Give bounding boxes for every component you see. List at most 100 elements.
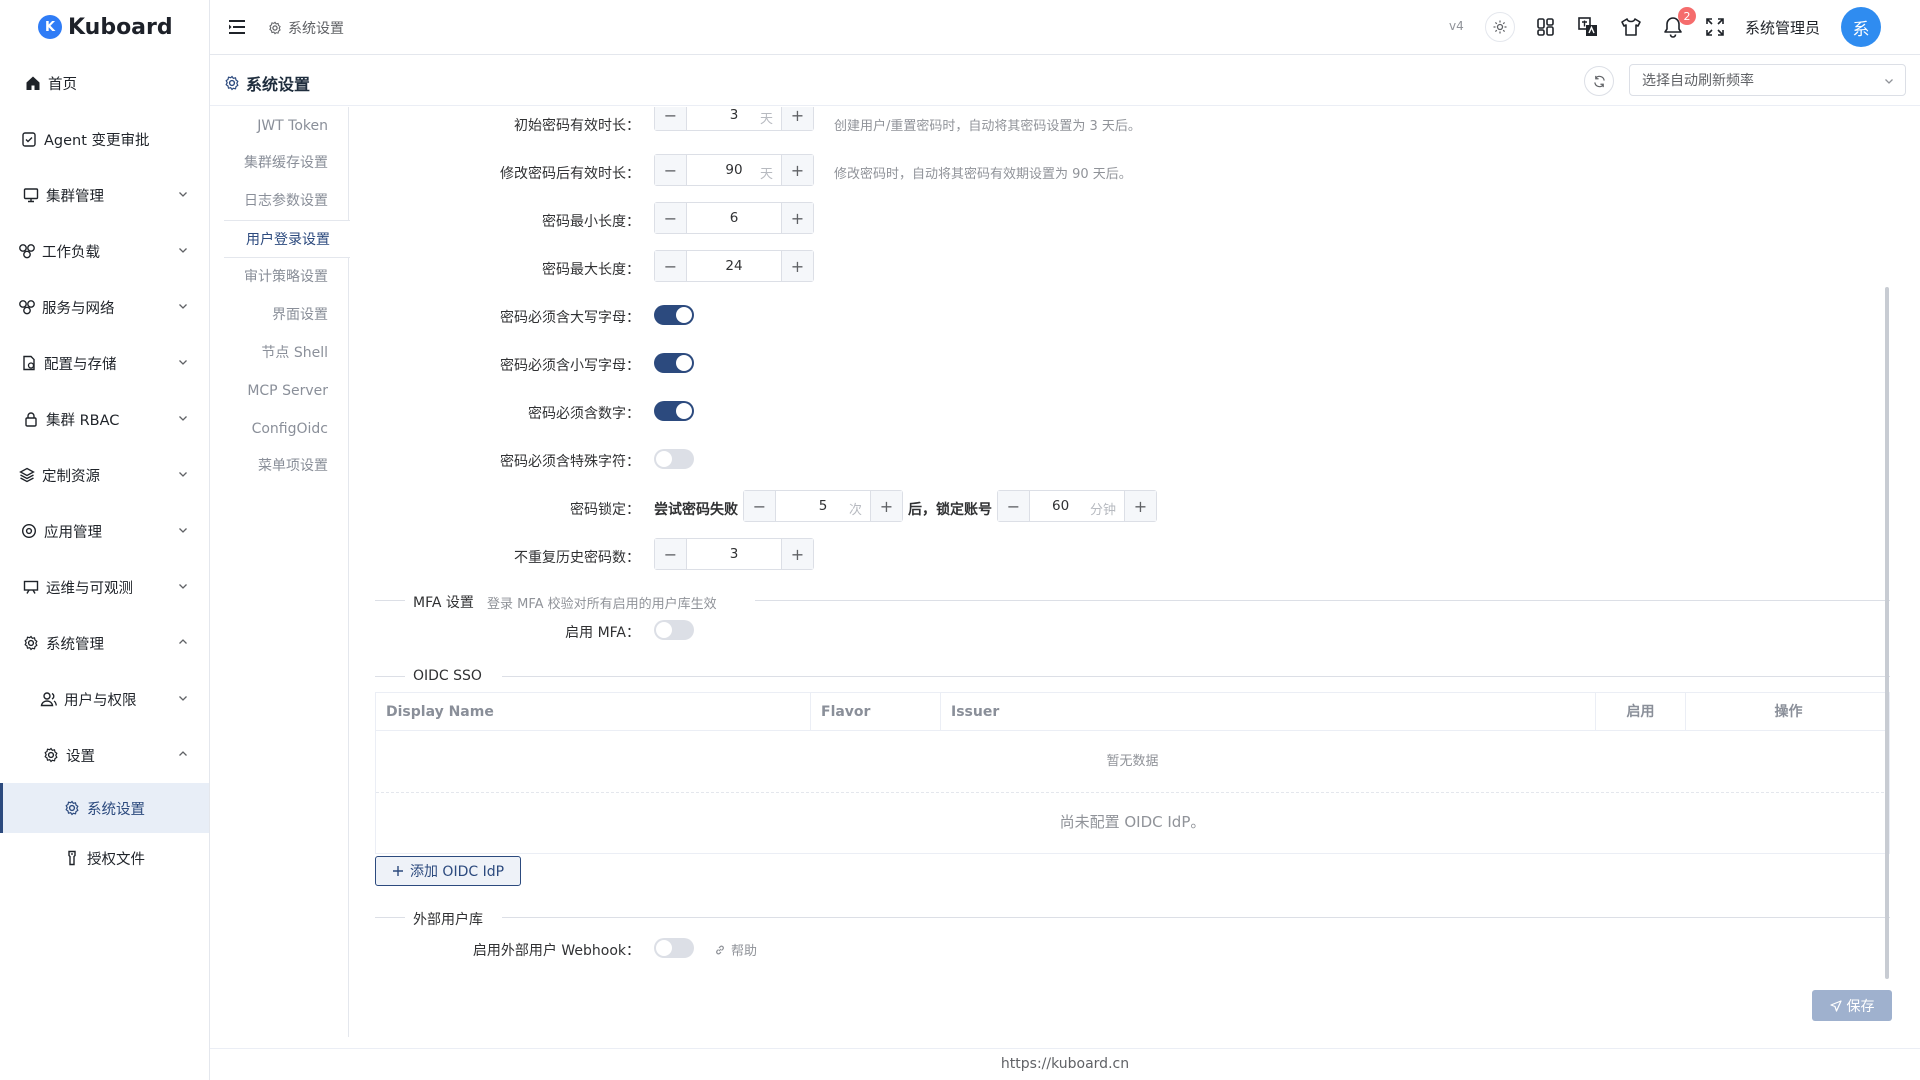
translate-icon[interactable] (1577, 16, 1599, 38)
lock-attempts-stepper[interactable]: − 5 次 + (743, 490, 903, 522)
lock-minutes-stepper[interactable]: − 60 分钟 + (997, 490, 1157, 522)
decrement-button[interactable]: − (655, 107, 687, 130)
tshirt-icon[interactable] (1620, 16, 1642, 38)
tab-jwt-token[interactable]: JWT Token (257, 107, 328, 145)
sidebar-item-app[interactable]: 应用管理 (0, 511, 209, 551)
add-oidc-idp-button[interactable]: 添加 OIDC IdP (375, 856, 521, 886)
sidebar-item-label: 工作负载 (42, 244, 100, 261)
require-upper-switch[interactable] (654, 305, 694, 325)
sidebar-item-config-storage[interactable]: 配置与存储 (0, 343, 209, 383)
sidebar-item-workload[interactable]: 工作负载 (0, 231, 209, 271)
divider (375, 917, 405, 918)
link-icon (716, 945, 724, 954)
min-length-value[interactable]: 6 (730, 210, 739, 226)
increment-button[interactable]: + (781, 251, 813, 281)
min-length-stepper[interactable]: − 6 + (654, 202, 814, 234)
enable-mfa-switch[interactable] (654, 620, 694, 640)
increment-button[interactable]: + (781, 539, 813, 569)
max-length-value[interactable]: 24 (725, 258, 742, 274)
kuboard-logo-icon: K (38, 15, 62, 39)
divider (755, 600, 1890, 601)
dashboard-icon[interactable] (1535, 16, 1557, 38)
initial-pwd-label: 初始密码有效时长： (514, 118, 640, 134)
sidebar-item-rbac[interactable]: 集群 RBAC (0, 399, 209, 439)
lock-minutes-unit: 分钟 (1089, 503, 1116, 518)
menu-toggle-icon[interactable] (226, 16, 248, 38)
increment-button[interactable]: + (781, 107, 813, 130)
tab-log-params[interactable]: 日志参数设置 (244, 182, 328, 220)
col-actions: 操作 (1774, 704, 1803, 720)
tab-mcp-server[interactable]: MCP Server (247, 372, 328, 410)
pwd-history-value[interactable]: 3 (730, 546, 739, 562)
save-button[interactable]: 保存 (1812, 990, 1892, 1021)
username[interactable]: 系统管理员 (1745, 17, 1820, 38)
tab-audit-policy[interactable]: 审计策略设置 (244, 258, 328, 296)
require-digit-switch[interactable] (654, 401, 694, 421)
avatar[interactable]: 系 (1841, 7, 1881, 47)
fullscreen-icon[interactable] (1704, 16, 1726, 38)
external-webhook-switch[interactable] (654, 938, 694, 958)
chevron-down-icon (179, 416, 187, 421)
sidebar-item-label: Agent 变更审批 (44, 132, 150, 149)
divider (502, 676, 1890, 677)
lock-minutes-value[interactable]: 60 (1052, 498, 1069, 514)
sidebar-item-crd[interactable]: 定制资源 (0, 455, 209, 495)
increment-button[interactable]: + (1124, 491, 1156, 521)
page-title: 系统设置 (246, 75, 311, 94)
increment-button[interactable]: + (781, 155, 813, 185)
change-pwd-stepper[interactable]: − 90 天 + (654, 154, 814, 186)
decrement-button[interactable]: − (655, 539, 687, 569)
chevron-down-icon (179, 584, 187, 589)
sidebar-item-agent-approval[interactable]: Agent 变更审批 (0, 119, 209, 159)
page-header: 系统设置 选择自动刷新频率 (210, 56, 1920, 106)
decrement-button[interactable]: − (998, 491, 1030, 521)
tab-node-shell[interactable]: 节点 Shell (261, 334, 328, 372)
pwd-history-stepper[interactable]: − 3 + (654, 538, 814, 570)
max-length-stepper[interactable]: − 24 + (654, 250, 814, 282)
change-pwd-value[interactable]: 90 (725, 162, 742, 178)
decrement-button[interactable]: − (655, 203, 687, 233)
tab-config-oidc[interactable]: ConfigOidc (252, 410, 328, 448)
require-digit-label: 密码必须含数字： (528, 406, 640, 422)
content-scrollbar[interactable] (1885, 287, 1889, 979)
refresh-button[interactable] (1584, 66, 1614, 96)
sidebar-item-home[interactable]: 首页 (0, 63, 209, 103)
lock-attempts-value[interactable]: 5 (819, 498, 828, 514)
theme-toggle-button[interactable] (1485, 12, 1515, 42)
sidebar-item-network[interactable]: 服务与网络 (0, 287, 209, 327)
require-lower-switch[interactable] (654, 353, 694, 373)
decrement-button[interactable]: − (744, 491, 776, 521)
pwd-history-label: 不重复历史密码数： (514, 550, 640, 566)
gear-icon (269, 21, 281, 35)
sidebar-item-system-settings[interactable]: 系统设置 (0, 783, 209, 833)
tab-menu-items[interactable]: 菜单项设置 (258, 447, 328, 485)
initial-pwd-value[interactable]: 3 (730, 107, 739, 123)
mfa-section-title: MFA 设置 (413, 595, 474, 611)
tab-user-login[interactable]: 用户登录设置 (224, 220, 350, 258)
sidebar-item-system[interactable]: 系统管理 (0, 623, 209, 663)
chevron-up-icon (179, 751, 187, 756)
tab-cluster-cache[interactable]: 集群缓存设置 (244, 144, 328, 182)
app-logo[interactable]: K Kuboard (38, 15, 173, 40)
initial-pwd-stepper[interactable]: − 3 天 + (654, 107, 814, 131)
sidebar-item-ops[interactable]: 运维与可观测 (0, 567, 209, 607)
change-pwd-hint: 修改密码时，自动将其密码有效期设置为 90 天后。 (834, 167, 1132, 182)
increment-button[interactable]: + (781, 203, 813, 233)
decrement-button[interactable]: − (655, 251, 687, 281)
sidebar-item-users[interactable]: 用户与权限 (0, 679, 209, 719)
breadcrumb-item[interactable]: 系统设置 (288, 18, 344, 38)
require-special-switch[interactable] (654, 449, 694, 469)
footer-link[interactable]: https://kuboard.cn (210, 1048, 1920, 1080)
increment-button[interactable]: + (870, 491, 902, 521)
pwd-lock-prefix: 尝试密码失败 (654, 502, 738, 518)
gear-icon (42, 746, 60, 764)
plus-icon (392, 866, 403, 876)
help-link[interactable]: 帮助 (714, 940, 757, 959)
tab-ui[interactable]: 界面设置 (272, 296, 328, 334)
sidebar-item-license[interactable]: 授权文件 (0, 838, 209, 878)
sidebar-item-label: 集群 RBAC (46, 412, 120, 429)
decrement-button[interactable]: − (655, 155, 687, 185)
sidebar-item-cluster[interactable]: 集群管理 (0, 175, 209, 215)
sidebar-item-settings[interactable]: 设置 (0, 735, 209, 775)
auto-refresh-select[interactable]: 选择自动刷新频率 (1629, 64, 1906, 96)
